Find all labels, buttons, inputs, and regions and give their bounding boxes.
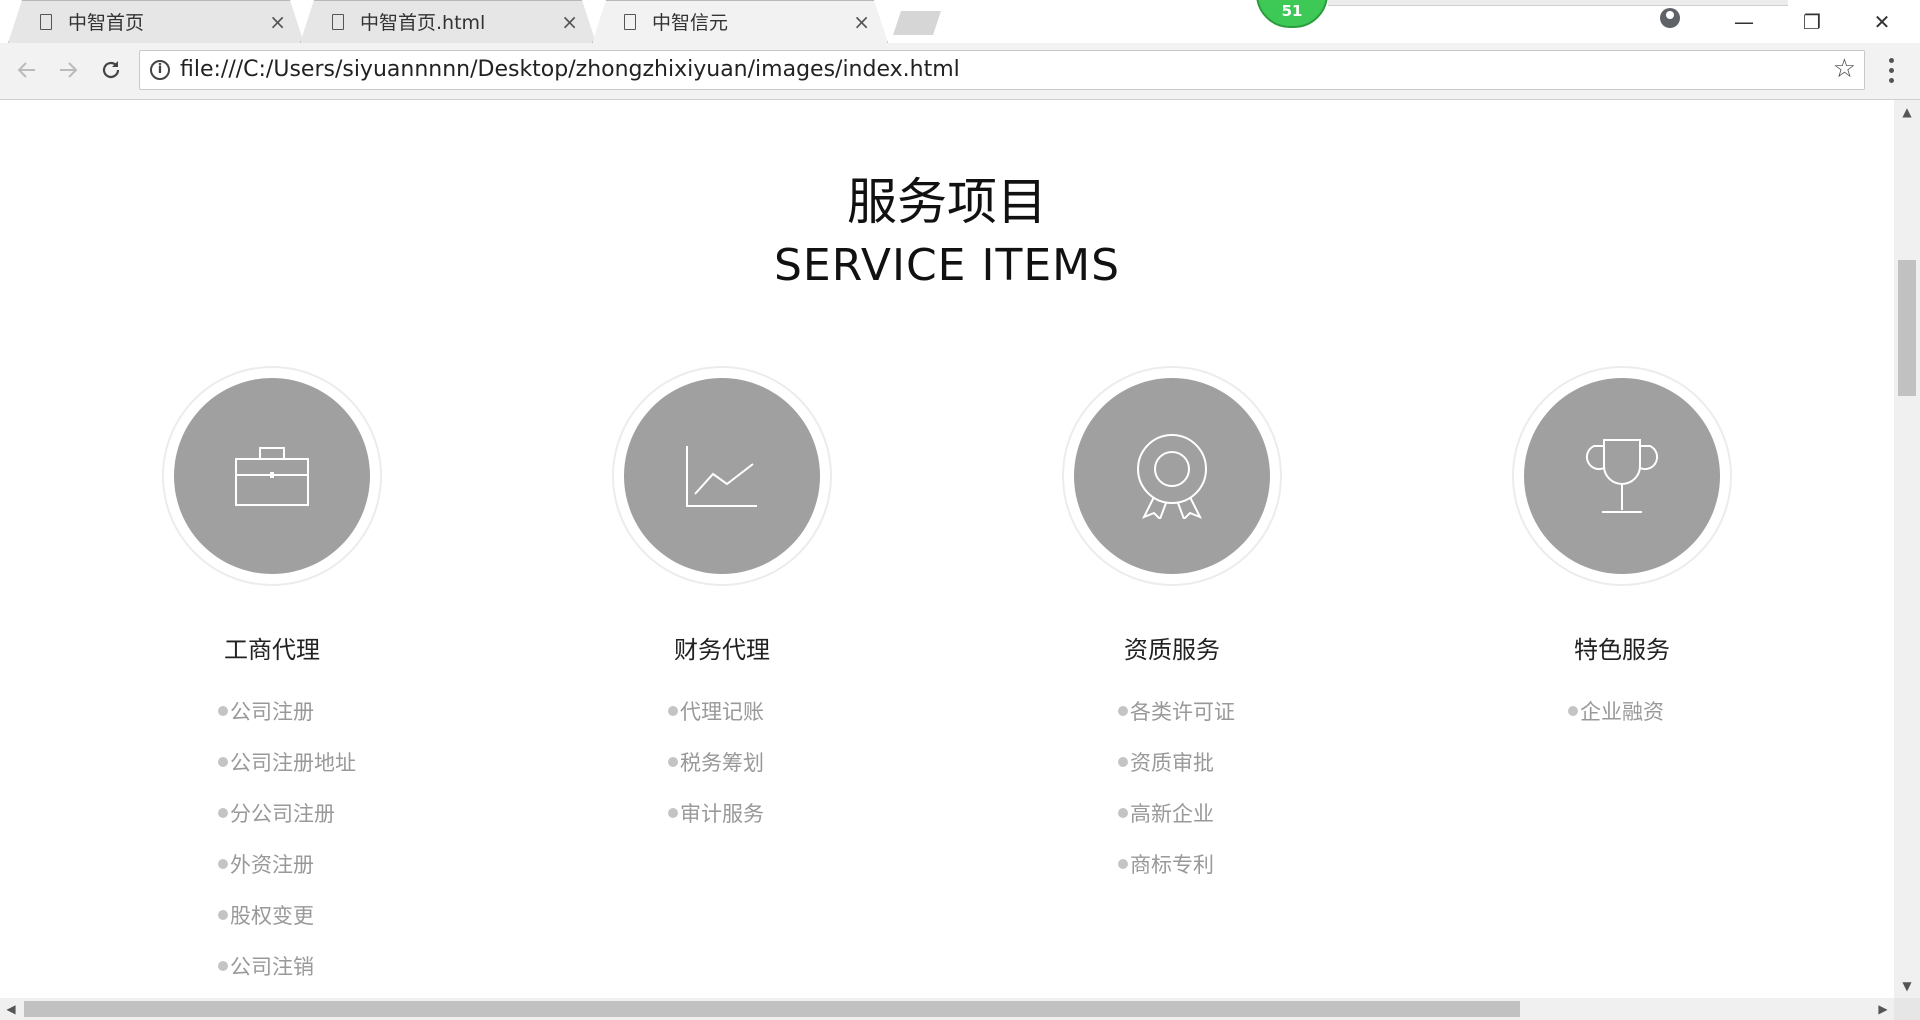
bookmark-star-icon[interactable]: ☆ xyxy=(1833,54,1856,84)
icon-ring[interactable] xyxy=(1062,366,1282,586)
menu-icon[interactable] xyxy=(1886,55,1896,85)
icon-ring[interactable] xyxy=(1512,366,1732,586)
tab-3-active[interactable]: 中智信元 × xyxy=(592,0,888,43)
horizontal-scrollbar[interactable]: ◀ ▶ xyxy=(0,998,1894,1020)
service-item-list: 代理记账 税务筹划 审计服务 xyxy=(572,685,872,838)
back-arrow-icon xyxy=(17,62,35,78)
tab-label: 中智首页.html xyxy=(360,12,486,34)
bullet-dot xyxy=(218,807,228,818)
service-item[interactable]: 公司注册地址 xyxy=(218,736,422,787)
icon-circle xyxy=(624,378,820,574)
bullet-dot xyxy=(218,960,228,971)
bullet-dot xyxy=(1118,807,1128,818)
vertical-scroll-thumb[interactable] xyxy=(1898,260,1916,396)
service-name: 特色服务 xyxy=(1574,636,1670,664)
back-button[interactable] xyxy=(12,55,42,85)
new-tab-button[interactable] xyxy=(893,11,941,35)
service-name: 资质服务 xyxy=(1124,636,1220,664)
bullet-dot xyxy=(668,807,678,818)
section-title: 服务项目 xyxy=(847,173,1047,231)
award-ribbon-icon xyxy=(1137,434,1207,519)
address-bar[interactable]: i file:///C:/Users/siyuannnnn/Desktop/zh… xyxy=(139,50,1865,90)
service-item[interactable]: 代理记账 xyxy=(668,685,872,736)
service-item-list: 各类许可证 资质审批 高新企业 商标专利 xyxy=(1022,685,1322,889)
bullet-dot xyxy=(218,909,228,920)
tab-label: 中智信元 xyxy=(652,12,729,34)
service-item[interactable]: 商标专利 xyxy=(1118,838,1322,889)
service-item-list: 公司注册 公司注册地址 分公司注册 外资注册 股权变更 公司注销 xyxy=(122,685,422,991)
service-card: 财务代理 代理记账 税务筹划 审计服务 xyxy=(572,366,872,838)
reload-icon xyxy=(102,61,120,79)
icon-ring[interactable] xyxy=(612,366,832,586)
section-subtitle: SERVICE ITEMS xyxy=(773,240,1121,291)
page-icon xyxy=(332,13,344,30)
forward-arrow-icon xyxy=(60,62,78,78)
icon-ring[interactable] xyxy=(162,366,382,586)
tab-1[interactable]: 中智首页 × xyxy=(8,0,304,43)
browser-toolbar: i file:///C:/Users/siyuannnnn/Desktop/zh… xyxy=(0,43,1920,100)
service-item[interactable]: 公司注销 xyxy=(218,940,422,991)
service-card: 资质服务 各类许可证 资质审批 高新企业 商标专利 xyxy=(1022,366,1322,889)
bullet-dot xyxy=(1568,705,1578,716)
scroll-up-icon[interactable]: ▲ xyxy=(1894,100,1920,124)
bullet-dot xyxy=(668,705,678,716)
tab-close-icon[interactable]: × xyxy=(561,12,578,32)
tab-strip: 中智首页 × 中智首页.html × 中智信元 × 51 — ❐ ✕ xyxy=(0,0,1920,43)
url-text[interactable]: file:///C:/Users/siyuannnnn/Desktop/zhon… xyxy=(180,57,960,82)
service-item[interactable]: 股权变更 xyxy=(218,889,422,940)
bullet-dot xyxy=(1118,705,1128,716)
page-content: 服务项目 SERVICE ITEMS 工商代理 公司注册 公司注册地址 分公司注… xyxy=(0,100,1894,998)
tab-close-icon[interactable]: × xyxy=(269,12,286,32)
horizontal-scroll-thumb[interactable] xyxy=(24,1001,1520,1017)
scrollbar-corner xyxy=(1894,998,1920,1020)
bullet-dot xyxy=(668,756,678,767)
briefcase-icon xyxy=(235,447,309,506)
info-icon[interactable]: i xyxy=(150,60,170,80)
page-icon xyxy=(40,13,52,30)
page-icon xyxy=(624,13,636,30)
scroll-down-icon[interactable]: ▼ xyxy=(1894,974,1920,998)
service-card: 工商代理 公司注册 公司注册地址 分公司注册 外资注册 股权变更 公司注销 xyxy=(122,366,422,991)
service-item[interactable]: 外资注册 xyxy=(218,838,422,889)
icon-circle xyxy=(174,378,370,574)
scroll-left-icon[interactable]: ◀ xyxy=(0,998,22,1020)
service-item-list: 企业融资 xyxy=(1472,685,1772,736)
service-item[interactable]: 审计服务 xyxy=(668,787,872,838)
forward-button[interactable] xyxy=(53,55,83,85)
bullet-dot xyxy=(218,705,228,716)
scroll-right-icon[interactable]: ▶ xyxy=(1872,998,1894,1020)
line-chart-icon xyxy=(686,446,757,507)
bullet-dot xyxy=(218,858,228,869)
restore-button[interactable]: ❐ xyxy=(1782,0,1842,43)
reload-button[interactable] xyxy=(96,55,126,85)
service-item[interactable]: 公司注册 xyxy=(218,685,422,736)
icon-circle xyxy=(1524,378,1720,574)
tab-label: 中智首页 xyxy=(68,12,145,34)
bullet-dot xyxy=(218,756,228,767)
extension-badge[interactable]: 51 xyxy=(1256,0,1328,28)
bullet-dot xyxy=(1118,756,1128,767)
minimize-button[interactable]: — xyxy=(1714,0,1774,43)
close-window-button[interactable]: ✕ xyxy=(1852,0,1912,43)
icon-circle xyxy=(1074,378,1270,574)
trophy-icon xyxy=(1585,439,1659,513)
tab-close-icon[interactable]: × xyxy=(853,12,870,32)
service-item[interactable]: 资质审批 xyxy=(1118,736,1322,787)
service-item[interactable]: 税务筹划 xyxy=(668,736,872,787)
vertical-scrollbar[interactable]: ▲ ▼ xyxy=(1894,100,1920,998)
service-card: 特色服务 企业融资 xyxy=(1472,366,1772,736)
service-name: 财务代理 xyxy=(674,636,770,664)
service-item[interactable]: 高新企业 xyxy=(1118,787,1322,838)
service-item[interactable]: 分公司注册 xyxy=(218,787,422,838)
service-name: 工商代理 xyxy=(224,636,320,664)
bullet-dot xyxy=(1118,858,1128,869)
tab-2[interactable]: 中智首页.html × xyxy=(300,0,596,43)
service-item[interactable]: 企业融资 xyxy=(1568,685,1772,736)
profile-icon[interactable] xyxy=(1660,8,1680,28)
service-item[interactable]: 各类许可证 xyxy=(1118,685,1322,736)
